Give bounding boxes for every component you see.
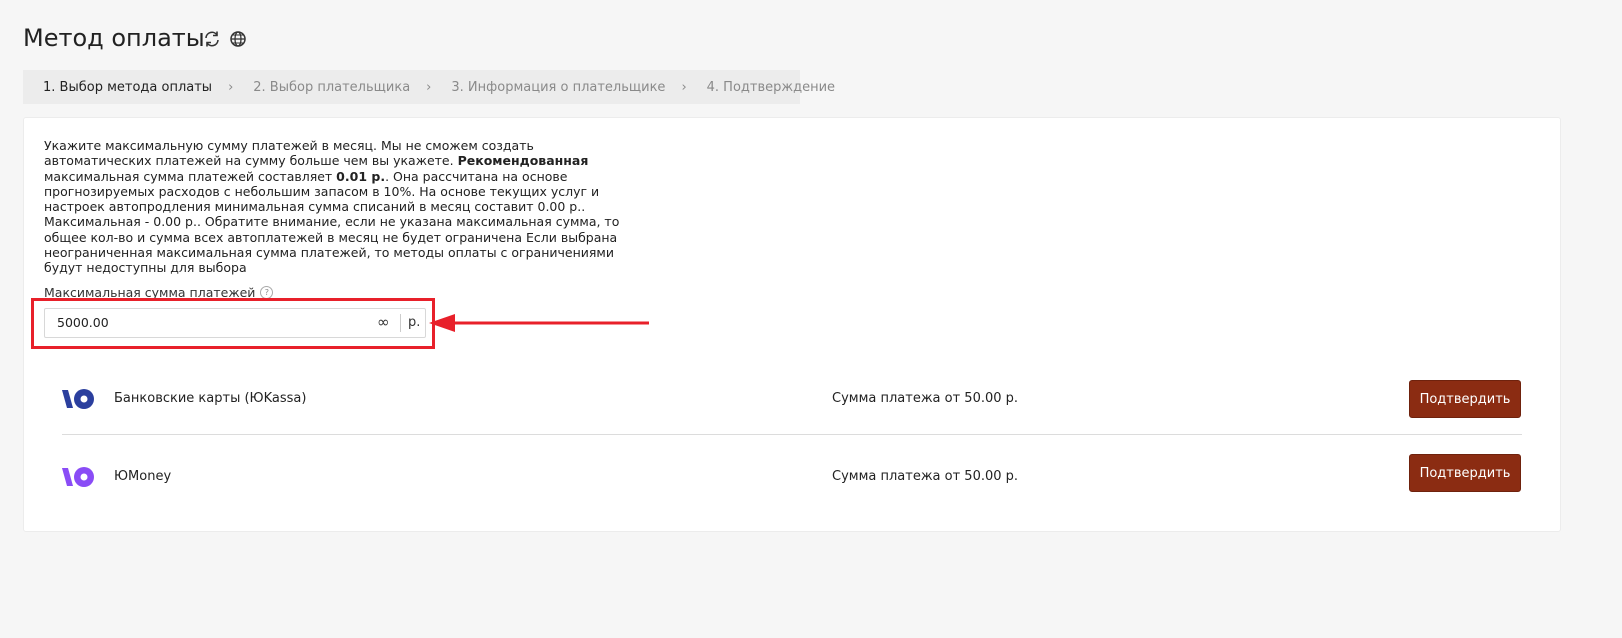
currency-label: р. <box>408 315 421 330</box>
method-name: ЮMoney <box>114 469 172 484</box>
payment-method-row: ЮMoney Сумма платежа от 50.00 р. Подтвер… <box>62 442 1522 512</box>
method-min-amount: Сумма платежа от 50.00 р. <box>832 391 1019 406</box>
globe-icon[interactable] <box>229 30 247 48</box>
max-amount-input[interactable] <box>45 309 377 335</box>
wizard-steps: 1. Выбор метода оплаты › 2. Выбор плател… <box>23 70 835 104</box>
step-2[interactable]: 2. Выбор плательщика <box>233 80 410 95</box>
chevron-right-icon: › <box>228 79 234 95</box>
max-amount-field: ∞ р. <box>44 308 426 338</box>
refresh-icon[interactable] <box>203 30 221 48</box>
description-text: Укажите максимальную сумму платежей в ме… <box>44 138 620 276</box>
step-1[interactable]: 1. Выбор метода оплаты <box>23 80 212 95</box>
title-actions <box>203 30 247 48</box>
step-3[interactable]: 3. Информация о плательщике <box>431 80 665 95</box>
confirm-button[interactable]: Подтвердить <box>1409 454 1521 492</box>
payment-method-card: Укажите максимальную сумму платежей в ме… <box>23 117 1561 532</box>
yookassa-logo-icon <box>62 388 96 414</box>
chevron-right-icon: › <box>426 79 432 95</box>
arrow-annotation-icon <box>429 314 649 332</box>
confirm-button[interactable]: Подтвердить <box>1409 380 1521 418</box>
payment-method-row: Банковские карты (ЮKassa) Сумма платежа … <box>62 364 1522 435</box>
yoomoney-logo-icon <box>62 466 96 492</box>
page-title: Метод оплаты <box>23 24 205 52</box>
method-min-amount: Сумма платежа от 50.00 р. <box>832 469 1019 484</box>
method-name: Банковские карты (ЮKassa) <box>114 391 307 406</box>
chevron-right-icon: › <box>681 79 687 95</box>
divider <box>400 314 401 332</box>
step-4[interactable]: 4. Подтверждение <box>687 80 835 95</box>
infinity-icon[interactable]: ∞ <box>377 313 390 331</box>
